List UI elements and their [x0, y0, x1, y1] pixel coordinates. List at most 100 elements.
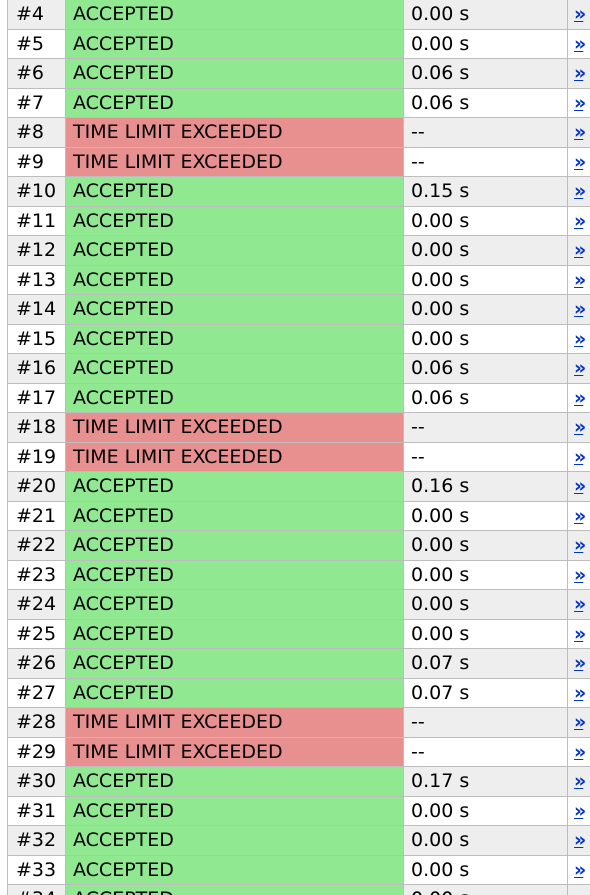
- test-number: #26: [7, 648, 66, 679]
- test-number: #32: [7, 825, 66, 856]
- view-details-link[interactable]: »: [574, 328, 586, 350]
- test-number: #31: [7, 795, 66, 826]
- view-details-link[interactable]: »: [574, 33, 586, 55]
- view-details-link[interactable]: »: [574, 475, 586, 497]
- test-verdict: ACCEPTED: [65, 500, 404, 531]
- test-verdict: ACCEPTED: [65, 825, 404, 856]
- view-details-link[interactable]: »: [574, 652, 586, 674]
- view-details-link[interactable]: »: [574, 505, 586, 527]
- view-details-link[interactable]: »: [574, 180, 586, 202]
- table-row: #6 ACCEPTED 0.06 s »: [7, 58, 590, 89]
- test-number: #15: [7, 323, 66, 354]
- table-row: #5 ACCEPTED 0.00 s »: [7, 28, 590, 59]
- view-details-link[interactable]: »: [574, 239, 586, 261]
- details-cell: »: [567, 58, 590, 89]
- view-details-link[interactable]: »: [574, 210, 586, 232]
- view-details-link[interactable]: »: [574, 298, 586, 320]
- test-time: 0.00 s: [403, 825, 568, 856]
- view-details-link[interactable]: »: [574, 92, 586, 114]
- details-cell: »: [567, 205, 590, 236]
- test-number: #25: [7, 618, 66, 649]
- test-time: 0.00 s: [403, 854, 568, 885]
- test-verdict: ACCEPTED: [65, 530, 404, 561]
- view-details-link[interactable]: »: [574, 62, 586, 84]
- test-time: --: [403, 117, 568, 148]
- test-time: 0.00 s: [403, 28, 568, 59]
- test-time: 0.00 s: [403, 235, 568, 266]
- test-verdict: ACCEPTED: [65, 205, 404, 236]
- test-verdict: ACCEPTED: [65, 854, 404, 885]
- table-row: #26 ACCEPTED 0.07 s »: [7, 648, 590, 679]
- view-details-link[interactable]: »: [574, 711, 586, 733]
- test-time: --: [403, 736, 568, 767]
- test-time: 0.00 s: [403, 559, 568, 590]
- test-number: #6: [7, 58, 66, 89]
- test-verdict: ACCEPTED: [65, 0, 404, 30]
- test-time: --: [403, 441, 568, 472]
- test-verdict: TIME LIMIT EXCEEDED: [65, 707, 404, 738]
- test-number: #13: [7, 264, 66, 295]
- test-time: 0.06 s: [403, 58, 568, 89]
- details-cell: »: [567, 0, 590, 30]
- view-details-link[interactable]: »: [574, 121, 586, 143]
- test-time: 0.00 s: [403, 589, 568, 620]
- view-details-link[interactable]: »: [574, 269, 586, 291]
- test-number: #12: [7, 235, 66, 266]
- view-details-link[interactable]: »: [574, 357, 586, 379]
- test-time: 0.00 s: [403, 323, 568, 354]
- view-details-link[interactable]: »: [574, 564, 586, 586]
- details-cell: »: [567, 471, 590, 502]
- test-verdict: ACCEPTED: [65, 648, 404, 679]
- test-number: #16: [7, 353, 66, 384]
- view-details-link[interactable]: »: [574, 151, 586, 173]
- test-number: #34: [7, 884, 66, 895]
- test-time: 0.00 s: [403, 795, 568, 826]
- test-verdict: ACCEPTED: [65, 589, 404, 620]
- table-row: #15 ACCEPTED 0.00 s »: [7, 323, 590, 354]
- test-verdict: ACCEPTED: [65, 618, 404, 649]
- view-details-link[interactable]: »: [574, 741, 586, 763]
- test-verdict: ACCEPTED: [65, 677, 404, 708]
- test-results-body: #4 ACCEPTED 0.00 s» #5 ACCEPTED 0.00 s» #6 ACCE…: [7, 0, 590, 895]
- view-details-link[interactable]: »: [574, 623, 586, 645]
- test-number: #28: [7, 707, 66, 738]
- view-details-link[interactable]: »: [574, 387, 586, 409]
- test-number: #33: [7, 854, 66, 885]
- test-number: #4: [7, 0, 66, 30]
- table-row: #11 ACCEPTED 0.00 s »: [7, 205, 590, 236]
- details-cell: »: [567, 294, 590, 325]
- table-row: #8 TIME LIMIT EXCEEDED -- »: [7, 117, 590, 148]
- view-details-link[interactable]: »: [574, 682, 586, 704]
- details-cell: »: [567, 412, 590, 443]
- test-time: 0.00 s: [403, 264, 568, 295]
- view-details-link[interactable]: »: [574, 534, 586, 556]
- test-verdict: ACCEPTED: [65, 28, 404, 59]
- details-cell: »: [567, 146, 590, 177]
- test-time: 0.15 s: [403, 176, 568, 207]
- table-row: #28 TIME LIMIT EXCEEDED -- »: [7, 707, 590, 738]
- test-time: 0.06 s: [403, 382, 568, 413]
- test-number: #10: [7, 176, 66, 207]
- view-details-link[interactable]: »: [574, 593, 586, 615]
- test-time: --: [403, 146, 568, 177]
- test-time: 0.00 s: [403, 0, 568, 30]
- test-number: #5: [7, 28, 66, 59]
- table-row: #13 ACCEPTED 0.00 s »: [7, 264, 590, 295]
- test-time: 0.06 s: [403, 353, 568, 384]
- test-verdict: ACCEPTED: [65, 471, 404, 502]
- view-details-link[interactable]: »: [574, 416, 586, 438]
- view-details-link[interactable]: »: [574, 800, 586, 822]
- test-number: #18: [7, 412, 66, 443]
- table-row: #32 ACCEPTED 0.00 s »: [7, 825, 590, 856]
- test-verdict: TIME LIMIT EXCEEDED: [65, 736, 404, 767]
- test-number: #30: [7, 766, 66, 797]
- view-details-link[interactable]: »: [574, 3, 586, 25]
- view-details-link[interactable]: »: [574, 829, 586, 851]
- table-row: #34ACCEPTED0.00 s »: [7, 884, 590, 895]
- view-details-link[interactable]: »: [574, 859, 586, 881]
- details-cell: »: [567, 559, 590, 590]
- view-details-link[interactable]: »: [574, 446, 586, 468]
- view-details-link[interactable]: »: [574, 888, 586, 895]
- view-details-link[interactable]: »: [574, 770, 586, 792]
- test-time: 0.06 s: [403, 87, 568, 118]
